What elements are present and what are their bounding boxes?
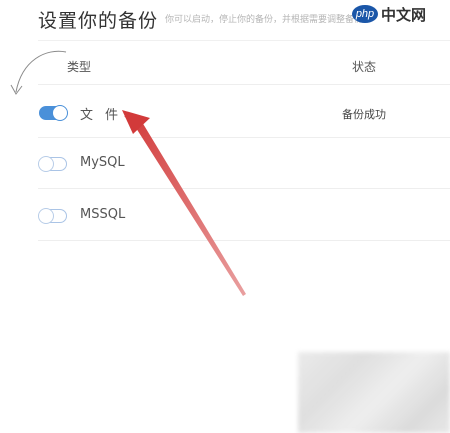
row-label-file: 文件 — [80, 108, 131, 123]
file-backup-toggle[interactable] — [39, 105, 68, 121]
table-header-divider — [38, 84, 450, 85]
mssql-backup-toggle[interactable] — [38, 208, 67, 224]
site-watermark: php 中文网 — [352, 4, 426, 24]
row-label-mysql: MySQL — [80, 155, 125, 170]
table-bottom-divider — [38, 240, 450, 241]
toggle-knob — [52, 105, 68, 121]
row-divider — [38, 137, 450, 138]
watermark-logo-icon: php — [352, 5, 378, 23]
backup-settings-page: 设置你的备份 你可以启动，停止你的备份，并根据需要调整备份时间 php 中文网 … — [0, 0, 450, 433]
curved-arrow-annotation-icon — [10, 50, 67, 95]
row-status-file: 备份成功 — [342, 108, 386, 121]
row-label-mssql: MSSQL — [80, 207, 126, 222]
header-divider — [38, 40, 450, 41]
page-subtitle: 你可以启动，停止你的备份，并根据需要调整备份时间 — [165, 15, 365, 25]
toggle-knob — [38, 208, 54, 224]
blurred-corner-artifact — [298, 352, 450, 433]
column-header-status: 状态 — [352, 60, 377, 74]
column-header-type: 类型 — [67, 60, 92, 74]
watermark-text: 中文网 — [381, 6, 427, 24]
mysql-backup-toggle[interactable] — [38, 156, 67, 172]
toggle-knob — [38, 156, 54, 172]
row-divider — [38, 188, 450, 189]
page-title: 设置你的备份 — [38, 10, 159, 32]
